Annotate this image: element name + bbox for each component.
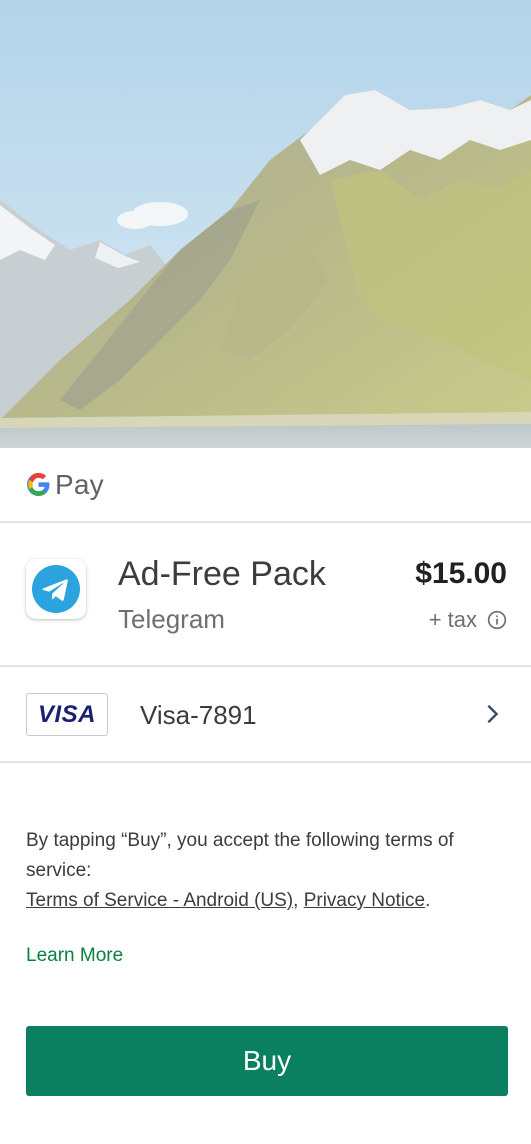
tax-label: + tax xyxy=(428,607,477,632)
tax-note: + tax xyxy=(429,607,507,633)
google-pay-logo: Pay xyxy=(26,469,104,501)
telegram-icon xyxy=(32,565,80,613)
info-icon[interactable] xyxy=(487,610,507,630)
app-icon-tile xyxy=(26,559,86,619)
terms-separator: , xyxy=(293,890,304,911)
pay-wordmark: Pay xyxy=(55,468,104,500)
terms-intro: By tapping “Buy”, you accept the followi… xyxy=(26,830,454,881)
visa-card-logo: VISA xyxy=(26,693,108,736)
background-landscape-image xyxy=(0,0,531,448)
terms-of-service-link[interactable]: Terms of Service - Android (US) xyxy=(26,890,293,911)
payment-method-selector[interactable]: VISA Visa-7891 xyxy=(0,667,531,763)
terms-end: . xyxy=(425,890,431,911)
privacy-notice-link[interactable]: Privacy Notice xyxy=(304,890,425,911)
product-name: Ad-Free Pack xyxy=(118,555,326,593)
payment-method-label: Visa-7891 xyxy=(140,700,257,730)
chevron-right-icon xyxy=(487,704,499,724)
product-price: $15.00 xyxy=(415,557,507,590)
app-name: Telegram xyxy=(118,604,225,634)
learn-more-link[interactable]: Learn More xyxy=(26,945,123,967)
buy-button[interactable]: Buy xyxy=(26,1026,508,1096)
payment-sheet: Pay Ad-Free Pack Telegram $15.00 + tax V… xyxy=(0,448,531,1144)
terms-text: By tapping “Buy”, you accept the followi… xyxy=(26,826,506,916)
google-g-icon xyxy=(27,473,50,496)
gpay-header: Pay xyxy=(0,448,531,523)
product-summary: Ad-Free Pack Telegram $15.00 + tax xyxy=(0,523,531,667)
